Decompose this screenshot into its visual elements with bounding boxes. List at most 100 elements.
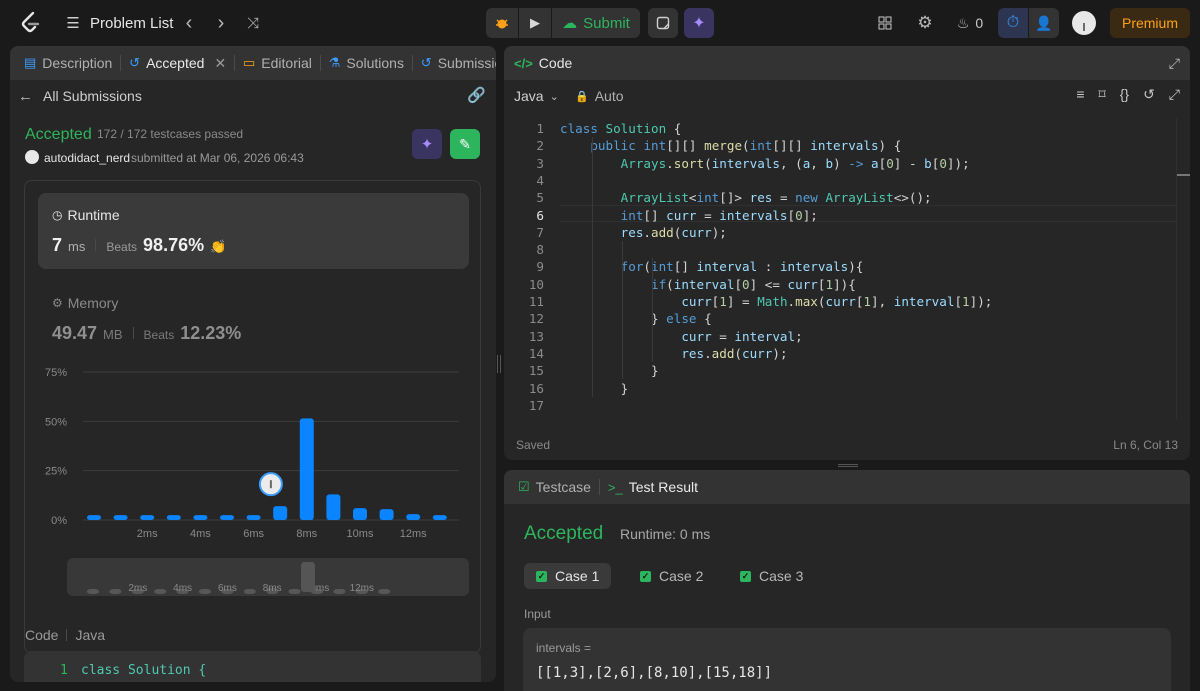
shuffle-icon[interactable]: ⤨: [238, 8, 268, 38]
code-line: curr = interval;: [681, 328, 803, 344]
x-tick-label: 10ms: [347, 528, 374, 540]
mini-x-tick-label: 2ms: [128, 583, 147, 594]
histogram-bar: [113, 515, 128, 520]
submission-panel: ▤ Description ↺ Accepted ✕ ▭ Editorial ⚗ Solu…: [10, 46, 496, 682]
memory-card[interactable]: ⚙ Memory 49.47 MB Beats 12.23%: [38, 285, 469, 355]
runtime-card[interactable]: ◷ Runtime 7 ms Beats 98.76% 👏: [38, 193, 469, 269]
submission-status: Accepted: [25, 126, 92, 143]
vertical-splitter[interactable]: [497, 355, 501, 373]
tab-accepted[interactable]: ↺ Accepted ✕: [121, 46, 234, 80]
histogram-bar: [326, 494, 341, 520]
problem-list-link[interactable]: Problem List: [90, 13, 173, 33]
ai-sparkle-icon[interactable]: ✦: [684, 8, 714, 38]
line-number: 14: [528, 345, 544, 361]
tab-description[interactable]: ▤ Description: [16, 46, 120, 80]
run-button[interactable]: ▶: [519, 8, 551, 38]
auto-mode[interactable]: 🔒 Auto: [575, 88, 624, 104]
code-line: class Solution {: [560, 121, 682, 136]
line-number: 9: [536, 259, 544, 275]
line-number: 10: [528, 276, 544, 292]
line-number: 2: [536, 138, 544, 154]
mini-bar: [154, 589, 167, 594]
input-box: intervals = [[1,3],[2,6],[8,10],[15,18]]: [523, 628, 1171, 691]
tab-submissions[interactable]: ↺ Submissio: [413, 46, 496, 80]
debug-button[interactable]: [486, 8, 518, 38]
line-number: 13: [528, 328, 544, 344]
memory-unit: MB: [103, 327, 123, 342]
next-problem-icon[interactable]: ›: [206, 8, 236, 38]
format-lines-icon[interactable]: ≡: [1076, 86, 1084, 103]
mini-bar: [243, 589, 256, 594]
code-label: Code: [25, 627, 59, 643]
premium-button[interactable]: Premium: [1110, 8, 1190, 38]
mini-bar: [378, 589, 391, 594]
code-area[interactable]: 1 class Solution {2 public int[][] merge(…: [504, 118, 1176, 420]
slider-handle[interactable]: [301, 562, 315, 592]
tab-solutions[interactable]: ⚗ Solutions: [321, 46, 412, 80]
memory-beats-label: Beats: [143, 328, 175, 342]
testcases-passed: 172 / 172 testcases passed: [97, 127, 244, 141]
line-number: 5: [536, 190, 544, 206]
back-to-submissions[interactable]: ← All Submissions: [18, 86, 142, 106]
left-tab-bar: ▤ Description ↺ Accepted ✕ ▭ Editorial ⚗ Solu…: [10, 46, 496, 80]
runtime-beats-value: 98.76%: [143, 235, 205, 255]
chevron-down-icon: ⌄: [549, 90, 559, 103]
code-section-header: Code Java: [25, 627, 105, 643]
histogram-bar: [166, 515, 181, 520]
settings-gear-icon[interactable]: ⚙: [910, 8, 940, 38]
fullscreen-icon[interactable]: ⤢: [1169, 86, 1180, 103]
tab-testcase[interactable]: ☑ Testcase: [510, 470, 599, 504]
braces-icon[interactable]: {}: [1120, 86, 1129, 103]
analyze-ai-button[interactable]: ✦: [412, 129, 442, 159]
histogram-bar: [379, 509, 394, 520]
memory-value: 49.47: [52, 323, 98, 343]
param-name: intervals =: [536, 641, 592, 655]
x-tick-label: 6ms: [243, 528, 264, 540]
timer-button[interactable]: ⏱: [998, 8, 1028, 38]
submitter-avatar[interactable]: [25, 150, 39, 164]
case-tab-1[interactable]: ✓ Case 1: [524, 563, 612, 589]
case-tab-3[interactable]: ✓ Case 3: [728, 563, 815, 589]
input-label: Input: [524, 607, 551, 621]
leetcode-logo[interactable]: [18, 11, 42, 35]
histogram-bar: [273, 506, 288, 520]
layout-icon[interactable]: [870, 8, 900, 38]
submitter-username[interactable]: autodidact_nerd: [44, 151, 130, 165]
reset-icon[interactable]: ↺: [1143, 86, 1155, 103]
case-tab-2[interactable]: ✓ Case 2: [628, 563, 715, 589]
submit-button[interactable]: ☁ Submit: [552, 8, 640, 38]
horizontal-splitter[interactable]: [838, 464, 858, 467]
maximize-icon[interactable]: ⤢: [1169, 55, 1180, 72]
close-tab-icon[interactable]: ✕: [214, 55, 226, 72]
check-icon: ✓: [640, 570, 651, 582]
line-number: 17: [528, 397, 544, 413]
preview-line-number: 1: [60, 663, 68, 678]
add-friend-button[interactable]: 👤: [1029, 8, 1059, 38]
clock-icon: ◷: [52, 208, 63, 222]
prev-problem-icon[interactable]: ‹: [174, 8, 204, 38]
code-line: int[] curr = intervals[0];: [620, 207, 818, 223]
save-status: Saved: [516, 438, 551, 452]
bug-icon: [496, 19, 508, 29]
tab-test-result[interactable]: >_ Test Result: [600, 470, 706, 504]
share-link-icon[interactable]: 🔗: [467, 86, 486, 104]
problem-list-icon[interactable]: ☰: [64, 14, 82, 32]
editor-scrollbar[interactable]: [1176, 118, 1190, 420]
code-line: curr[1] = Math.max(curr[1], interval[1])…: [681, 294, 993, 309]
language-select[interactable]: Java ⌄: [514, 88, 559, 104]
bookmark-icon[interactable]: ⌑: [1099, 86, 1106, 103]
note-icon[interactable]: [648, 8, 678, 38]
range-slider[interactable]: 2ms 4ms 6ms 8ms 10ms 12ms: [67, 558, 469, 596]
runtime-value: 7: [52, 235, 63, 255]
cursor-position: Ln 6, Col 13: [1113, 438, 1178, 452]
case-tabs: ✓ Case 1 ✓ Case 2 ✓ Case 3: [524, 563, 1164, 589]
mini-x-tick-label: 6ms: [218, 583, 237, 594]
line-number: 4: [536, 172, 544, 188]
streak-counter[interactable]: ♨ 0: [950, 8, 990, 38]
code-line: public int[][] merge(int[][] intervals) …: [590, 138, 902, 154]
user-avatar[interactable]: [1072, 11, 1096, 35]
stats-card: ◷ Runtime 7 ms Beats 98.76% 👏 ⚙ Memory 4…: [24, 180, 481, 654]
tab-editorial[interactable]: ▭ Editorial: [235, 46, 320, 80]
memory-title: Memory: [67, 295, 119, 311]
edit-note-button[interactable]: ✎: [450, 129, 480, 159]
